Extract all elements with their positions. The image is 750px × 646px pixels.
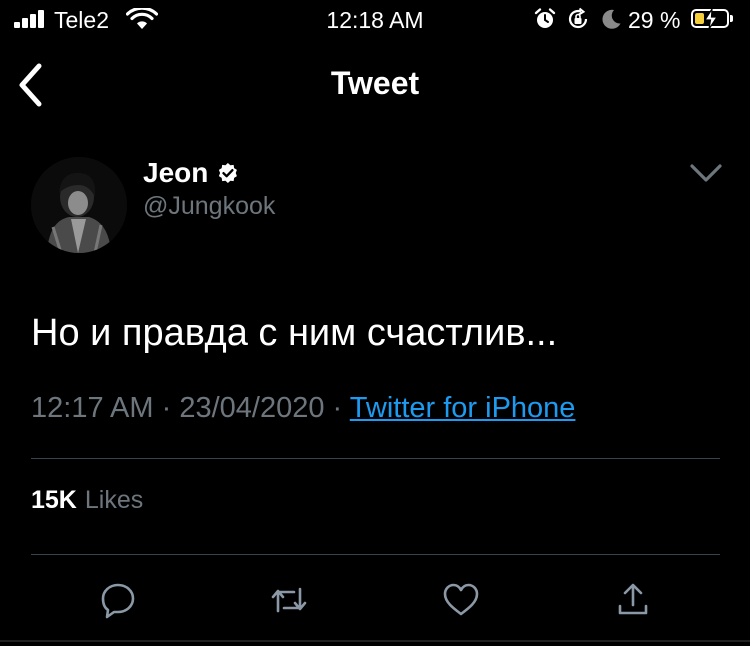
- tweet-text: Но и правда с ним счастлив...: [31, 312, 558, 354]
- status-bar: Tele2 12:18 AM 29 %: [0, 0, 750, 40]
- share-icon[interactable]: [613, 580, 653, 620]
- author-handle[interactable]: @Jungkook: [143, 192, 275, 221]
- divider: [31, 458, 720, 459]
- rotation-lock-icon: [568, 7, 588, 29]
- divider: [31, 554, 720, 555]
- page-title: Tweet: [330, 65, 420, 101]
- alarm-icon: [534, 8, 556, 28]
- chevron-down-icon[interactable]: [688, 160, 724, 186]
- battery-icon: [691, 8, 729, 30]
- tweet-source-link[interactable]: Twitter for iPhone: [350, 392, 576, 424]
- divider: [0, 640, 750, 642]
- meta-separator: ·: [332, 392, 343, 424]
- battery-cap: [730, 15, 733, 22]
- retweet-icon[interactable]: [269, 580, 309, 620]
- verified-badge-icon: [218, 162, 237, 184]
- likes-count: 15K: [31, 486, 77, 514]
- likes-stat[interactable]: 15K Likes: [31, 486, 143, 515]
- tweet-meta: 12:17 AM · 23/04/2020 · Twitter for iPho…: [31, 392, 575, 425]
- author-name[interactable]: Jeon: [143, 157, 208, 189]
- tweet-date: 23/04/2020: [179, 392, 325, 424]
- reply-icon[interactable]: [98, 580, 138, 620]
- likes-label: Likes: [84, 486, 144, 514]
- moon-icon: [602, 9, 621, 29]
- tweet-time: 12:17 AM: [31, 392, 154, 424]
- meta-separator: ·: [161, 392, 172, 424]
- charging-bolt-icon: [703, 8, 719, 30]
- avatar[interactable]: [31, 157, 127, 253]
- heart-icon[interactable]: [441, 580, 481, 620]
- battery-percent: 29 %: [628, 7, 681, 33]
